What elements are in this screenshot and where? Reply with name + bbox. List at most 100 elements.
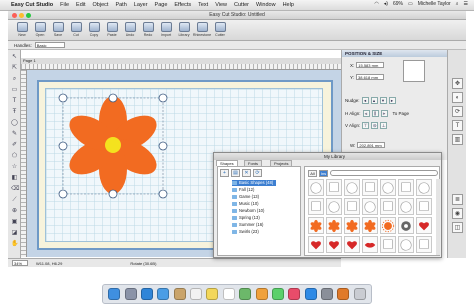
shape-shape-thumbnail[interactable] bbox=[380, 236, 396, 253]
app-store-dock-icon[interactable] bbox=[304, 288, 317, 300]
flower-shape-thumbnail[interactable] bbox=[326, 217, 342, 234]
folder-music[interactable]: Music (10) bbox=[232, 201, 259, 207]
delete-icon[interactable]: ✕ bbox=[242, 169, 251, 177]
folder-basic-shapes[interactable]: Basic Shapes (48) bbox=[232, 180, 277, 186]
shape-shape-thumbnail[interactable] bbox=[380, 179, 396, 196]
select-tool-icon[interactable]: ↖ bbox=[11, 54, 18, 61]
new-button[interactable]: New bbox=[14, 20, 30, 40]
to-page-label[interactable]: To Page bbox=[393, 111, 410, 116]
rectangle-tool-icon[interactable]: ▭ bbox=[11, 87, 18, 94]
resize-handle-bottom-left[interactable] bbox=[58, 189, 68, 199]
shape-shape-thumbnail[interactable] bbox=[326, 179, 342, 196]
contacts-dock-icon[interactable] bbox=[173, 288, 186, 300]
menu-page[interactable]: Page bbox=[155, 2, 168, 8]
menu-layer[interactable]: Layer bbox=[134, 2, 148, 8]
import-button[interactable]: Import bbox=[158, 20, 174, 40]
shadow-tool-icon[interactable]: ◪ bbox=[11, 230, 18, 237]
zoom-field[interactable]: 34% bbox=[12, 260, 28, 266]
folder-swirls[interactable]: Swirls (23) bbox=[232, 229, 259, 235]
finder-dock-icon[interactable] bbox=[108, 288, 121, 300]
safari-dock-icon[interactable] bbox=[140, 288, 153, 300]
align-bottom-button[interactable]: ⊥ bbox=[380, 122, 388, 129]
knife-tool-icon[interactable]: ⟋ bbox=[11, 197, 18, 204]
close-window-button[interactable] bbox=[12, 13, 17, 18]
photos-dock-icon[interactable] bbox=[255, 288, 268, 300]
text-tab-icon[interactable]: T bbox=[452, 120, 463, 131]
shape-shape-thumbnail[interactable] bbox=[398, 179, 414, 196]
resize-handle-top[interactable] bbox=[108, 93, 118, 103]
undo-button[interactable]: Undo bbox=[122, 20, 138, 40]
polygon-tool-icon[interactable]: ⬠ bbox=[11, 153, 18, 160]
gear-shape-thumbnail[interactable] bbox=[398, 217, 414, 234]
text-tool-icon[interactable]: T bbox=[11, 98, 18, 105]
shape-shape-thumbnail[interactable] bbox=[344, 179, 360, 196]
shape-shape-thumbnail[interactable] bbox=[344, 198, 360, 215]
calendar-dock-icon[interactable] bbox=[190, 288, 203, 300]
menu-object[interactable]: Object bbox=[93, 2, 109, 8]
resize-handle-top-left[interactable] bbox=[58, 93, 68, 103]
text-path-tool-icon[interactable]: Ŧ bbox=[11, 109, 18, 116]
folder-fall[interactable]: Fall (12) bbox=[232, 187, 254, 193]
resize-handle-left[interactable] bbox=[58, 141, 68, 151]
menu-window[interactable]: Window bbox=[256, 2, 276, 8]
shape-shape-thumbnail[interactable] bbox=[416, 198, 432, 215]
paste-button[interactable]: Paste bbox=[104, 20, 120, 40]
resize-handle-bottom[interactable] bbox=[108, 189, 118, 199]
resize-handle-bottom-right[interactable] bbox=[158, 189, 168, 199]
sun-shape-thumbnail[interactable] bbox=[380, 217, 396, 234]
library-scrollbar[interactable] bbox=[436, 179, 440, 255]
reminders-dock-icon[interactable] bbox=[222, 288, 235, 300]
system-preferences-dock-icon[interactable] bbox=[321, 288, 334, 300]
star-tool-icon[interactable]: ☆ bbox=[11, 164, 18, 171]
heart-shape-thumbnail[interactable] bbox=[344, 236, 360, 253]
transform-tab-icon[interactable]: ⟳ bbox=[452, 106, 463, 117]
resize-handle-right[interactable] bbox=[158, 141, 168, 151]
heart-shape-thumbnail[interactable] bbox=[326, 236, 342, 253]
flower-shape-thumbnail[interactable] bbox=[344, 217, 360, 234]
menu-path[interactable]: Path bbox=[115, 2, 126, 8]
menu-edit[interactable]: Edit bbox=[76, 2, 85, 8]
anchor-grid[interactable] bbox=[403, 60, 425, 82]
shape-shape-thumbnail[interactable] bbox=[416, 179, 432, 196]
flower-artwork[interactable] bbox=[45, 88, 205, 208]
battery-icon[interactable]: ▭ bbox=[408, 1, 413, 7]
search-icon[interactable]: ⌕ bbox=[456, 1, 459, 7]
easy-cut-studio-dock-icon[interactable] bbox=[337, 288, 350, 300]
menu-app-name[interactable]: Easy Cut Studio bbox=[11, 2, 53, 8]
flower-center[interactable] bbox=[105, 137, 121, 153]
cut-button[interactable]: Cut bbox=[68, 20, 84, 40]
image-tool-icon[interactable]: ▣ bbox=[11, 219, 18, 226]
folder-summer[interactable]: Summer (16) bbox=[232, 222, 263, 228]
nudge-down-button[interactable]: ▾ bbox=[379, 97, 387, 104]
node-tool-icon[interactable]: ⇱ bbox=[11, 65, 18, 72]
align-center-button[interactable]: ⫼ bbox=[371, 110, 379, 117]
y-field[interactable]: 38.618 mm bbox=[356, 74, 385, 80]
heart-shape-thumbnail[interactable] bbox=[416, 217, 432, 234]
zoom-tool-icon[interactable]: ⌕ bbox=[11, 76, 18, 83]
rhinestone-button[interactable]: Rhinestone bbox=[193, 20, 211, 40]
shadow-tab-icon[interactable]: ◫ bbox=[452, 222, 463, 233]
align-right-button[interactable]: ⫸ bbox=[380, 110, 388, 117]
shape-shape-thumbnail[interactable] bbox=[398, 236, 414, 253]
menu-help[interactable]: Help bbox=[283, 2, 294, 8]
shape-shape-thumbnail[interactable] bbox=[308, 179, 324, 196]
pencil-tool-icon[interactable]: ✐ bbox=[11, 142, 18, 149]
zoom-window-button[interactable] bbox=[26, 13, 31, 18]
pen-tool-icon[interactable]: ✎ bbox=[11, 131, 18, 138]
nudge-left-button[interactable]: ◂ bbox=[361, 97, 369, 104]
resize-handle-top-right[interactable] bbox=[158, 93, 168, 103]
color-tab-icon[interactable]: ◉ bbox=[452, 208, 463, 219]
x-field[interactable]: 15.583 mm bbox=[356, 62, 385, 68]
save-button[interactable]: Save bbox=[50, 20, 66, 40]
library-button[interactable]: Library bbox=[176, 20, 192, 40]
volume-icon[interactable]: ◂) bbox=[384, 1, 388, 7]
minimize-window-button[interactable] bbox=[19, 13, 24, 18]
shape-shape-thumbnail[interactable] bbox=[380, 198, 396, 215]
fill-tab-icon[interactable]: ◐ bbox=[452, 92, 463, 103]
fill-tool-icon[interactable]: ◧ bbox=[11, 175, 18, 182]
shape-shape-thumbnail[interactable] bbox=[362, 179, 378, 196]
width-field[interactable]: 202.891 mm bbox=[357, 142, 386, 148]
nudge-right-button[interactable]: ▸ bbox=[388, 97, 396, 104]
lips-shape-thumbnail[interactable] bbox=[362, 236, 378, 253]
wifi-icon[interactable]: ◠ bbox=[374, 1, 378, 7]
